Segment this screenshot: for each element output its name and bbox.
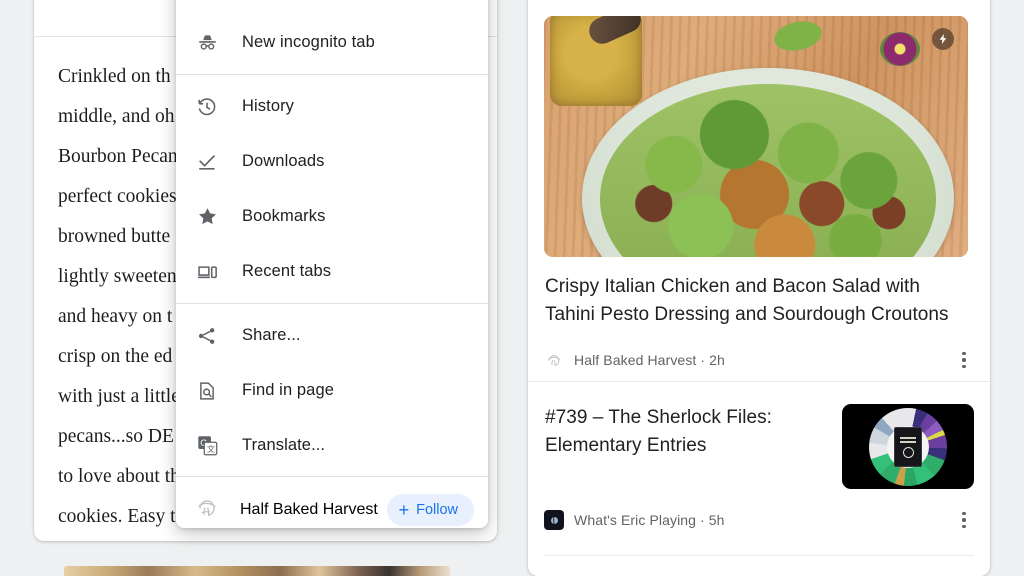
menu-item-label: Translate... xyxy=(242,436,326,454)
screen-root: H A R Crinkled on th middle, and oh Bour… xyxy=(0,0,1024,576)
article-title[interactable]: #739 – The Sherlock Files: Elementary En… xyxy=(544,404,828,460)
menu-item-recent-tabs[interactable]: Recent tabs xyxy=(176,244,488,299)
menu-divider xyxy=(176,303,488,304)
article-row: #739 – The Sherlock Files: Elementary En… xyxy=(544,382,974,489)
article-hero-image[interactable] xyxy=(544,16,968,257)
menu-item-label: History xyxy=(242,97,295,115)
menu-item-label: Bookmarks xyxy=(242,207,326,225)
thumbnail-game-box xyxy=(894,426,922,467)
article-title[interactable]: Crispy Italian Chicken and Bacon Salad w… xyxy=(544,273,974,329)
new-tab-icon xyxy=(194,0,220,1)
menu-divider xyxy=(176,476,488,477)
history-icon xyxy=(194,94,220,120)
magnifier-icon xyxy=(902,446,914,458)
menu-item-new-incognito-tab[interactable]: New incognito tab xyxy=(176,15,488,70)
download-icon xyxy=(194,149,220,175)
menu-item-label: Downloads xyxy=(242,152,325,170)
article-text-column: #739 – The Sherlock Files: Elementary En… xyxy=(544,404,842,460)
publisher-meta-label: Half Baked Harvest · 2h xyxy=(574,352,725,368)
find-in-page-icon xyxy=(194,378,220,404)
hero-image-wrap xyxy=(544,16,974,257)
article-overflow-icon[interactable] xyxy=(954,510,974,530)
article-overflow-icon[interactable] xyxy=(954,350,974,370)
menu-item-share[interactable]: Share... xyxy=(176,308,488,363)
follow-button[interactable]: + Follow xyxy=(386,494,474,526)
recent-tabs-icon xyxy=(194,259,220,285)
feed-article-2[interactable]: #739 – The Sherlock Files: Elementary En… xyxy=(528,382,990,556)
menu-follow-publisher: Half Baked Harvest xyxy=(240,501,378,518)
menu-item-label: Recent tabs xyxy=(242,262,332,280)
article-meta: Half Baked Harvest · 2h xyxy=(544,339,974,381)
menu-divider xyxy=(176,74,488,75)
star-icon xyxy=(194,204,220,230)
half-baked-harvest-logo-icon xyxy=(194,496,220,525)
feed-article-1[interactable]: Crispy Italian Chicken and Bacon Salad w… xyxy=(528,16,990,381)
feed-divider xyxy=(544,555,974,556)
article-meta: What's Eric Playing · 5h xyxy=(544,499,974,541)
publisher-avatar-icon xyxy=(544,510,564,530)
menu-item-history[interactable]: History xyxy=(176,79,488,134)
menu-item-new-tab[interactable]: New tab xyxy=(176,0,488,15)
menu-item-label: New incognito tab xyxy=(242,33,375,51)
amp-icon xyxy=(932,28,954,50)
publisher-avatar-icon xyxy=(544,350,564,370)
translate-icon: G 文 xyxy=(194,433,220,459)
article-thumbnail[interactable] xyxy=(842,404,974,489)
share-icon xyxy=(194,323,220,349)
discover-feed-card: Crispy Italian Chicken and Bacon Salad w… xyxy=(528,0,990,576)
menu-item-translate[interactable]: G 文 Translate... xyxy=(176,418,488,473)
publisher-meta-label: What's Eric Playing · 5h xyxy=(574,512,725,528)
article-line: occasions....esp xyxy=(58,537,473,541)
browser-overflow-menu: New tab New incognito tab xyxy=(176,0,488,528)
menu-item-label: Find in page xyxy=(242,381,335,399)
svg-text:文: 文 xyxy=(206,444,214,454)
article-inline-image xyxy=(64,566,450,576)
menu-item-bookmarks[interactable]: Bookmarks xyxy=(176,189,488,244)
menu-item-downloads[interactable]: Downloads xyxy=(176,134,488,189)
menu-item-find-in-page[interactable]: Find in page xyxy=(176,363,488,418)
menu-follow-row: Half Baked Harvest + Follow xyxy=(176,480,488,528)
hero-edible-flower xyxy=(880,32,920,66)
feed-tab-strip xyxy=(528,0,990,16)
follow-button-label: Follow xyxy=(416,502,458,518)
menu-item-label: Share... xyxy=(242,326,301,344)
incognito-icon xyxy=(194,30,220,56)
plus-icon: + xyxy=(398,500,410,520)
